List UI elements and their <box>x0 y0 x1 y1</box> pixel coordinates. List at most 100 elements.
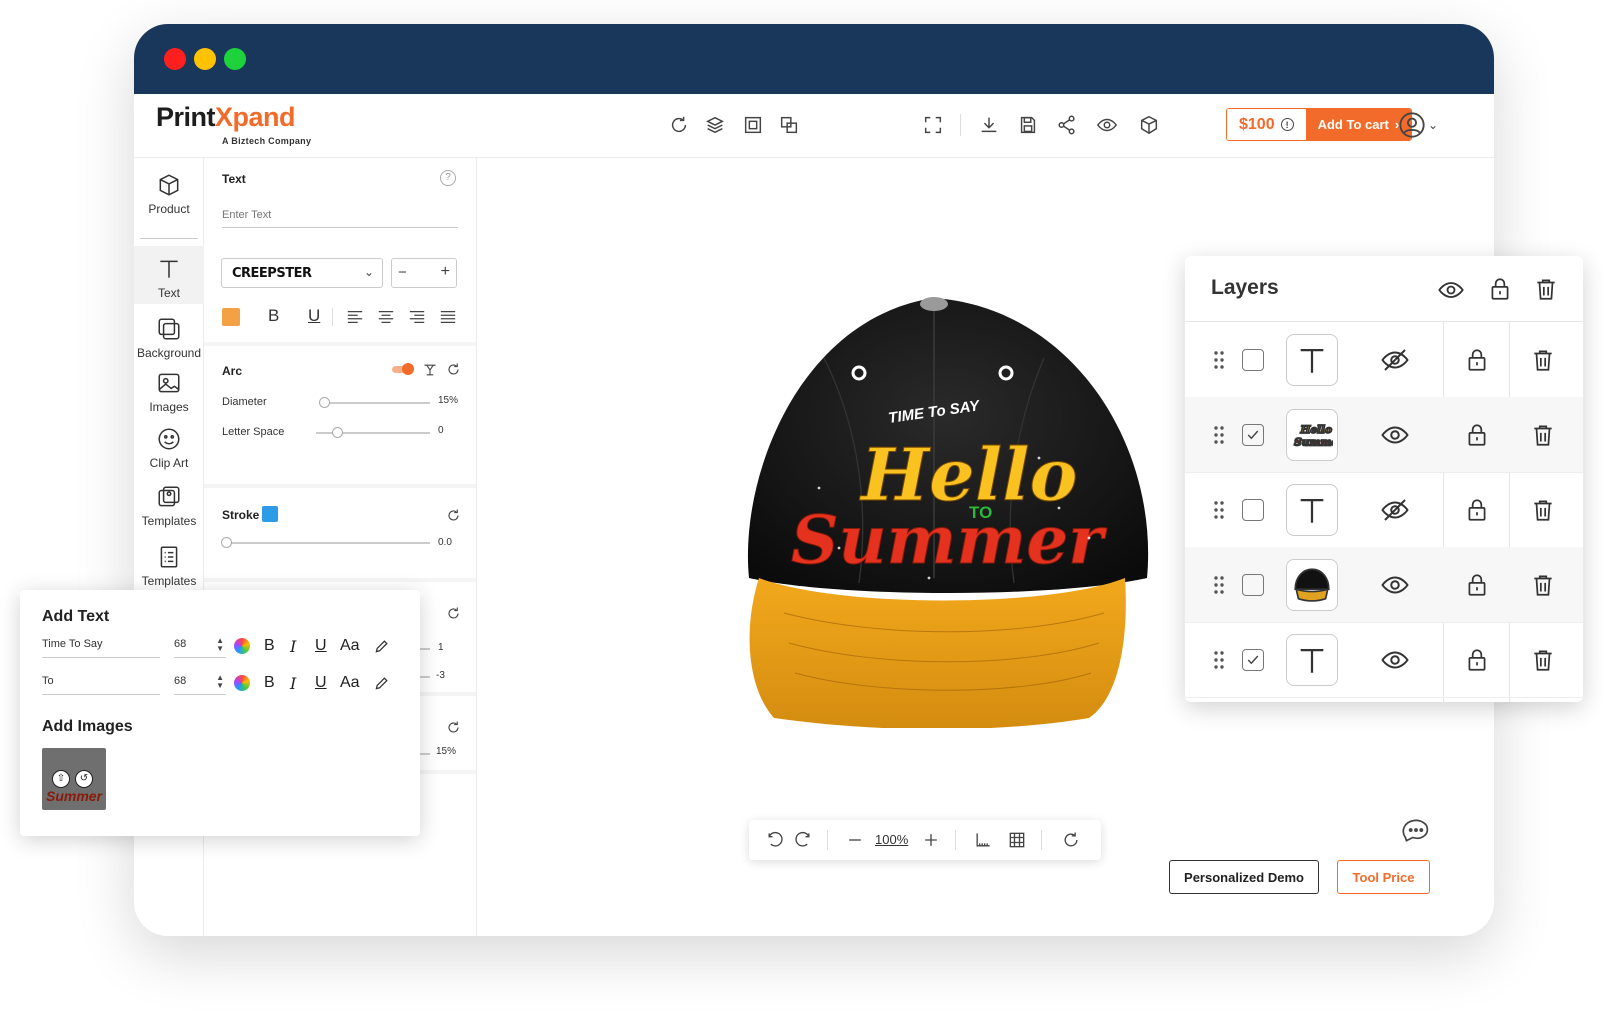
replace-icon[interactable]: ↺ <box>75 770 93 788</box>
eye-off-icon[interactable] <box>1375 322 1415 398</box>
lock-icon[interactable] <box>1457 472 1497 548</box>
minimize-button[interactable] <box>194 48 216 70</box>
grid-icon[interactable] <box>1005 828 1029 852</box>
refresh-icon[interactable] <box>666 112 692 138</box>
add-text-input[interactable]: Time To Say <box>42 636 160 658</box>
cap-product-image[interactable]: TIME To SAY Hello TO Summer <box>729 278 1159 728</box>
add-text-input[interactable]: To <box>42 673 160 695</box>
layer-select-checkbox[interactable] <box>1241 472 1265 548</box>
align-left-icon[interactable] <box>346 308 364 326</box>
tool-price-button[interactable]: Tool Price <box>1337 860 1430 894</box>
add-text-size-input[interactable]: 68 ▲ ▼ <box>174 636 226 658</box>
eye-icon[interactable] <box>1437 276 1465 304</box>
font-size-stepper[interactable]: − + <box>391 258 457 288</box>
upload-icon[interactable]: ⇧ <box>52 770 70 788</box>
layer-row[interactable]: HelloSummer <box>1185 397 1583 473</box>
close-button[interactable] <box>164 48 186 70</box>
minus-icon[interactable]: − <box>398 264 407 281</box>
layers-icon[interactable] <box>702 112 728 138</box>
lock-icon[interactable] <box>1487 274 1513 304</box>
eye-icon[interactable] <box>1375 397 1415 473</box>
underline-button[interactable]: U <box>315 637 327 655</box>
download-icon[interactable] <box>976 112 1002 138</box>
color-wheel-icon[interactable] <box>234 675 250 691</box>
layer-thumbnail[interactable] <box>1285 322 1339 398</box>
eye-icon[interactable] <box>1375 622 1415 698</box>
nav-images[interactable]: Images <box>134 370 204 414</box>
arc-toggle[interactable] <box>392 363 414 375</box>
nav-templates-2[interactable]: Templates <box>134 544 204 588</box>
stepper-arrows-icon[interactable]: ▲ ▼ <box>216 637 224 653</box>
trash-icon[interactable] <box>1523 547 1563 623</box>
preview-icon[interactable] <box>1094 112 1120 138</box>
bold-button[interactable]: B <box>264 637 275 655</box>
nav-clip-art[interactable]: Clip Art <box>134 426 204 470</box>
lock-icon[interactable] <box>1457 547 1497 623</box>
add-text-size-input[interactable]: 68 ▲ ▼ <box>174 673 226 695</box>
text-input[interactable] <box>222 202 458 228</box>
zoom-in-icon[interactable] <box>919 828 943 852</box>
drag-handle-icon[interactable] <box>1207 472 1231 548</box>
trash-icon[interactable] <box>1533 274 1559 304</box>
drag-handle-icon[interactable] <box>1207 322 1231 398</box>
lock-icon[interactable] <box>1457 397 1497 473</box>
drag-handle-icon[interactable] <box>1207 397 1231 473</box>
text-case-button[interactable]: Aa <box>340 637 360 655</box>
underline-button[interactable]: U <box>315 674 327 692</box>
personalized-demo-button[interactable]: Personalized Demo <box>1169 860 1319 894</box>
trash-icon[interactable] <box>1523 397 1563 473</box>
bold-button[interactable]: B <box>268 306 279 326</box>
font-select[interactable]: CREEPSTER ⌄ <box>221 258 383 288</box>
layer-row[interactable] <box>1185 547 1583 623</box>
trash-icon[interactable] <box>1523 622 1563 698</box>
duplicate-icon[interactable] <box>776 112 802 138</box>
redo-icon[interactable] <box>791 828 815 852</box>
chevron-down-icon[interactable]: ⌄ <box>1428 118 1438 132</box>
pencil-icon[interactable] <box>374 638 390 654</box>
layer-thumbnail[interactable] <box>1285 472 1339 548</box>
layer-select-checkbox[interactable] <box>1241 622 1265 698</box>
trash-icon[interactable] <box>1523 322 1563 398</box>
align-center-icon[interactable] <box>377 308 395 326</box>
align-justify-icon[interactable] <box>439 308 457 326</box>
help-icon[interactable]: ? <box>440 170 456 186</box>
lock-icon[interactable] <box>1457 622 1497 698</box>
share-icon[interactable] <box>1054 112 1080 138</box>
underline-button[interactable]: U <box>308 306 320 326</box>
ruler-icon[interactable] <box>971 828 995 852</box>
design-text-line4[interactable]: Summer <box>791 501 1108 580</box>
3d-box-icon[interactable] <box>1136 112 1162 138</box>
letter-space-slider-knob[interactable] <box>331 427 343 438</box>
layer-select-checkbox[interactable] <box>1241 547 1265 623</box>
stepper-arrows-icon[interactable]: ▲ ▼ <box>216 674 224 690</box>
flip-arc-icon[interactable] <box>422 362 438 378</box>
reset-icon[interactable] <box>446 720 461 735</box>
italic-button[interactable]: I <box>290 674 296 693</box>
diameter-slider[interactable] <box>322 402 430 404</box>
crop-icon[interactable] <box>740 112 766 138</box>
nav-product[interactable]: Product <box>134 172 204 242</box>
layer-row[interactable] <box>1185 622 1583 698</box>
layer-thumbnail[interactable]: HelloSummer <box>1285 397 1339 473</box>
stroke-slider[interactable] <box>226 542 430 544</box>
zoom-out-icon[interactable] <box>843 828 867 852</box>
trash-icon[interactable] <box>1523 472 1563 548</box>
pencil-icon[interactable] <box>374 675 390 691</box>
zoom-level[interactable]: 100% <box>875 832 908 847</box>
rotate-icon[interactable] <box>1059 828 1083 852</box>
bold-button[interactable]: B <box>264 674 275 692</box>
stroke-color-swatch[interactable] <box>262 506 278 522</box>
italic-button[interactable]: I <box>290 637 296 656</box>
stroke-slider-knob[interactable] <box>221 537 232 548</box>
user-icon[interactable] <box>1396 109 1428 141</box>
align-right-icon[interactable] <box>408 308 426 326</box>
nav-text[interactable]: Text <box>134 246 204 304</box>
layer-select-checkbox[interactable] <box>1241 322 1265 398</box>
text-color-swatch[interactable] <box>222 308 240 326</box>
lock-icon[interactable] <box>1457 322 1497 398</box>
uploaded-image-thumbnail[interactable]: ⇧ ↺ Summer <box>42 748 106 810</box>
drag-handle-icon[interactable] <box>1207 622 1231 698</box>
drag-handle-icon[interactable] <box>1207 547 1231 623</box>
save-icon[interactable] <box>1015 112 1041 138</box>
reset-icon[interactable] <box>446 508 461 523</box>
